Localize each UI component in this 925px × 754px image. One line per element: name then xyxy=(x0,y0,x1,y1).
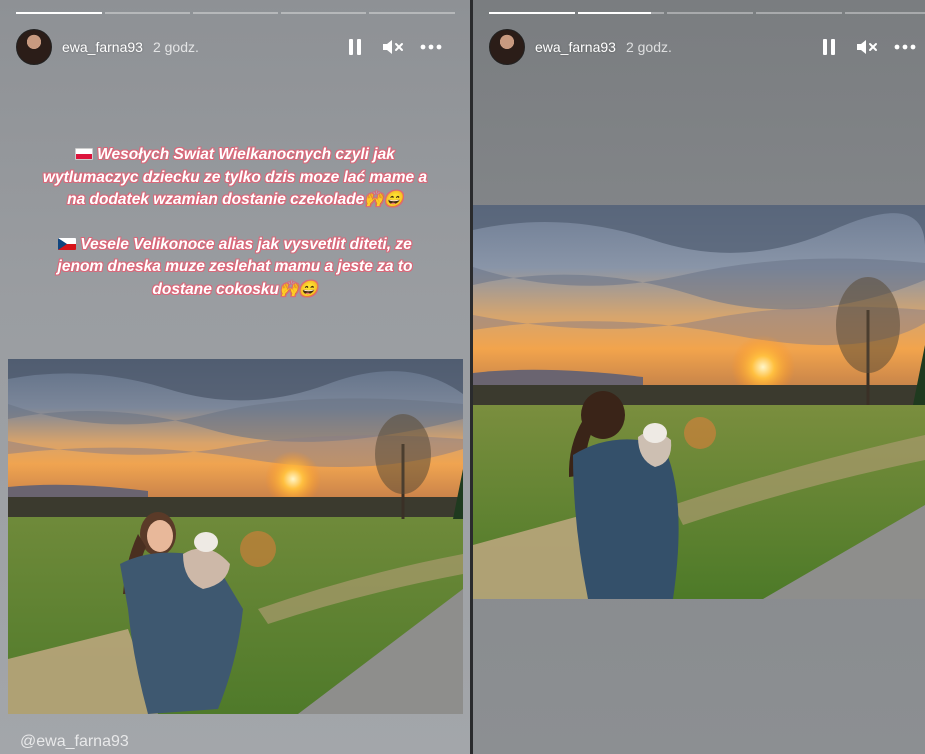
caption-line: Wesołych Swiat Wielkanocnych czyli jak xyxy=(10,144,460,167)
progress-segment-3 xyxy=(667,12,753,14)
more-options-icon[interactable] xyxy=(893,36,917,58)
progress-segment-3 xyxy=(193,12,278,14)
progress-segment-4 xyxy=(281,12,366,14)
progress-segment-2 xyxy=(578,12,664,14)
story-progress-bar xyxy=(489,12,925,14)
caption-line: dostane cokosku🙌😄 xyxy=(152,280,318,298)
more-options-icon[interactable] xyxy=(419,36,443,58)
post-time: 2 godz. xyxy=(625,39,672,55)
post-time: 2 godz. xyxy=(152,39,199,55)
pause-icon[interactable] xyxy=(343,36,367,58)
story-photo xyxy=(473,205,925,599)
story-progress-bar xyxy=(16,12,455,14)
caption-line: na dodatek wzamian dostanie czekolade🙌😄 xyxy=(67,191,403,208)
avatar[interactable] xyxy=(489,29,525,65)
story-controls xyxy=(343,36,443,58)
story-caption: Wesołych Swiat Wielkanocnych czyli jak w… xyxy=(10,144,460,301)
pause-icon[interactable] xyxy=(817,36,841,58)
username[interactable]: ewa_farna93 xyxy=(62,39,143,55)
progress-segment-1 xyxy=(489,12,575,14)
progress-segment-5 xyxy=(845,12,925,14)
progress-segment-2 xyxy=(105,12,190,14)
story-header: ewa_farna93 2 godz. xyxy=(16,28,199,66)
poland-flag-icon xyxy=(75,148,94,160)
czech-flag-icon xyxy=(58,237,77,250)
caption-line: jenom dneska muze zeslehat mamu a jeste … xyxy=(57,258,413,275)
speaker-muted-icon[interactable] xyxy=(855,36,879,58)
progress-segment-1 xyxy=(16,12,102,14)
caption-line: Vesele Velikonoce alias jak vysvetlit di… xyxy=(10,234,460,257)
story-panel-left[interactable]: ewa_farna93 2 godz. Wesołych Swiat Wielk… xyxy=(0,0,470,754)
username[interactable]: ewa_farna93 xyxy=(535,39,616,55)
story-header: ewa_farna93 2 godz. xyxy=(489,28,672,66)
story-controls xyxy=(817,36,917,58)
avatar[interactable] xyxy=(16,29,52,65)
story-panel-right[interactable]: ewa_farna93 2 godz. xyxy=(473,0,925,754)
progress-segment-4 xyxy=(756,12,842,14)
progress-segment-5 xyxy=(369,12,455,14)
caption-line: wytlumaczyc dziecku ze tylko dzis moze l… xyxy=(42,168,428,186)
user-mention[interactable]: @ewa_farna93 xyxy=(20,733,129,751)
speaker-muted-icon[interactable] xyxy=(381,36,405,58)
story-photo xyxy=(8,359,463,714)
